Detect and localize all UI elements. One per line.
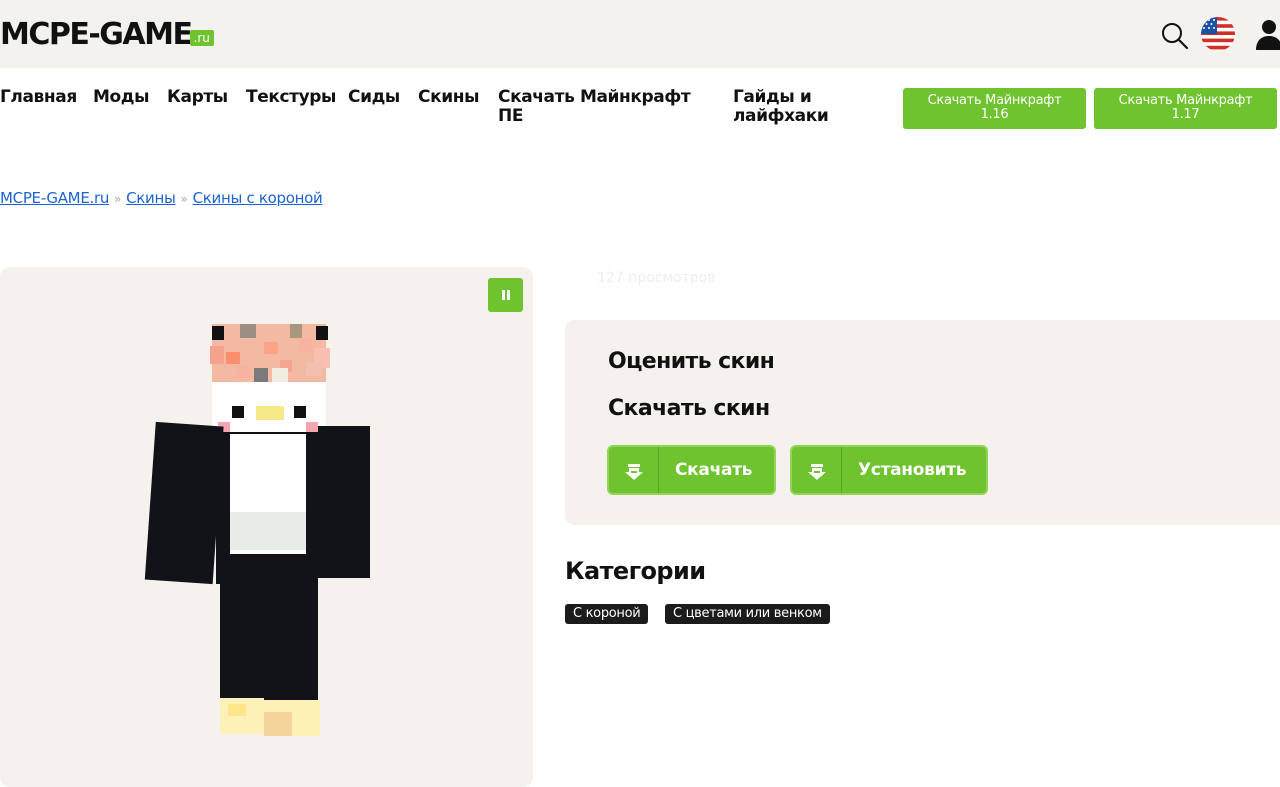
user-icon (1256, 20, 1280, 50)
nav-home[interactable]: Главная (0, 88, 77, 107)
view-count: 127 просмотров (597, 270, 716, 286)
download-button-label: Скачать Майнкрафт (927, 93, 1062, 108)
us-flag-icon (1201, 17, 1235, 51)
download-skin-button[interactable]: Скачать (607, 445, 776, 495)
pause-icon (502, 290, 505, 300)
install-icon-box (792, 447, 842, 493)
install-skin-button[interactable]: Установить (790, 445, 988, 495)
download-minecraft-1-17-button[interactable]: Скачать Майнкрафт 1.17 (1094, 88, 1277, 129)
breadcrumb-separator: » (180, 192, 188, 206)
install-icon (808, 464, 826, 480)
download-button-version: 1.16 (980, 107, 1009, 122)
search-icon (1162, 23, 1189, 50)
logo-text: MCPE-GAME (0, 17, 193, 52)
user-button[interactable] (1252, 18, 1280, 50)
search-button[interactable] (1160, 20, 1190, 50)
site-header: MCPE-GAME .ru (0, 0, 1280, 68)
download-icon-box (609, 447, 659, 493)
pause-icon-bar (507, 290, 510, 300)
category-tag-flowers[interactable]: С цветами или венком (665, 604, 830, 624)
categories-title: Категории (565, 557, 706, 585)
breadcrumb-home[interactable]: MCPE-GAME.ru (0, 189, 109, 207)
download-skin-label: Скачать (675, 460, 753, 480)
nav-seeds[interactable]: Сиды (348, 88, 400, 107)
pause-button[interactable] (488, 278, 523, 312)
skin-3d-preview[interactable] (140, 316, 380, 746)
rate-skin-title: Оценить скин (608, 349, 775, 374)
breadcrumb-skins[interactable]: Скины (126, 189, 176, 207)
download-minecraft-1-16-button[interactable]: Скачать Майнкрафт 1.16 (903, 88, 1086, 129)
breadcrumb: MCPE-GAME.ru » Скины » Скины с короной (0, 189, 323, 207)
logo-suffix: .ru (189, 30, 214, 46)
nav-download-mcpe[interactable]: Скачать Майнкрафт ПЕ (498, 88, 703, 126)
nav-textures[interactable]: Текстуры (246, 88, 336, 107)
install-skin-label: Установить (858, 460, 967, 480)
breadcrumb-separator: » (114, 192, 122, 206)
language-button[interactable] (1200, 16, 1236, 52)
site-logo[interactable]: MCPE-GAME .ru (0, 17, 214, 53)
download-skin-title: Скачать скин (608, 396, 770, 421)
nav-maps[interactable]: Карты (167, 88, 228, 107)
nav-mods[interactable]: Моды (93, 88, 150, 107)
download-button-label: Скачать Майнкрафт (1118, 93, 1253, 108)
category-tag-crown[interactable]: С короной (565, 604, 649, 624)
download-icon (625, 464, 643, 480)
nav-guides[interactable]: Гайды и лайфхаки (733, 88, 845, 126)
download-button-version: 1.17 (1171, 107, 1200, 122)
nav-skins[interactable]: Скины (418, 88, 479, 107)
breadcrumb-crown-skins[interactable]: Скины с короной (193, 189, 323, 207)
